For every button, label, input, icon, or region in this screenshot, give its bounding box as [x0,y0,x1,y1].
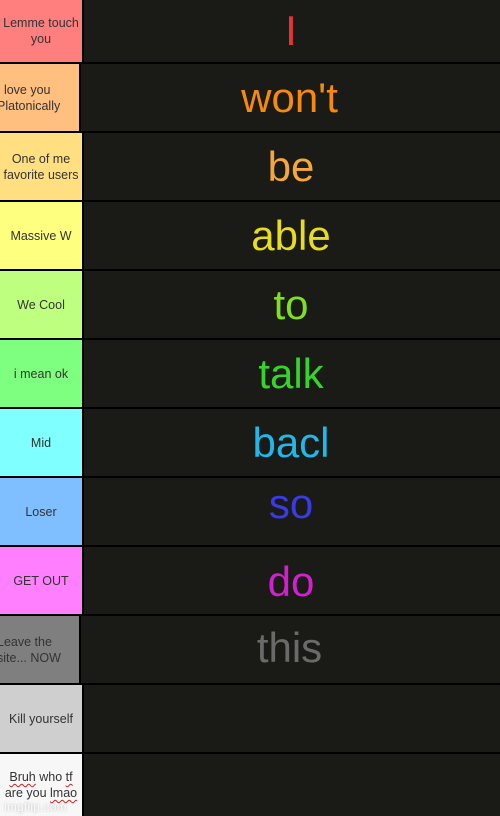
tier-label[interactable]: Lemme touch you [0,0,82,62]
tier-item-word[interactable]: I [285,7,297,55]
tier-items-area[interactable]: I [84,0,500,62]
tier-items-area[interactable]: talk [84,340,500,407]
tier-label[interactable]: We Cool [0,271,82,338]
tier-items-area[interactable] [84,754,500,816]
tier-items-area[interactable]: able [84,202,500,269]
tier-row-9: GET OUT do [0,547,500,614]
tier-label-line: We Cool [17,297,65,312]
tier-label-line: i mean ok [13,366,69,381]
tier-row-11: Kill yourself [0,685,500,752]
tier-row-3: One of me favorite users be [0,133,500,200]
tier-items-area[interactable]: won't [81,64,500,131]
tier-item-word[interactable]: this [257,624,322,672]
tier-item-word[interactable]: talk [258,350,323,398]
tier-items-area[interactable]: do [84,547,500,614]
tier-row-1: Lemme touch you I [0,0,500,62]
tier-label-line: Bruh who tf [9,770,73,784]
tier-items-area[interactable]: so [84,478,500,545]
tier-row-12: Bruh who tf are you lmao imgflip.com [0,754,500,816]
tier-item-word[interactable]: do [268,558,315,606]
tier-label-line: Mid [30,435,52,450]
tier-label-line: GET OUT [13,573,69,588]
tier-label-line: Leave the [0,634,52,649]
tier-list: Lemme touch you I I love you Platonicall… [0,0,500,816]
tier-row-10: Leave the site... NOW this [0,616,500,683]
tier-row-8: Loser so [0,478,500,545]
tier-label[interactable]: I love you Platonically [0,64,79,131]
watermark: imgflip.com [4,800,67,814]
tier-items-area[interactable]: to [84,271,500,338]
tier-items-area[interactable]: be [84,133,500,200]
tier-label-line: Platonically [0,98,61,113]
tier-label-line: Kill yourself [9,711,73,726]
tier-label[interactable]: Loser [0,478,82,545]
tier-label[interactable]: Bruh who tf are you lmao imgflip.com [0,754,82,816]
tier-label[interactable]: Kill yourself [0,685,82,752]
tier-item-word[interactable]: bacl [252,419,329,467]
tier-label-line: Loser [25,504,57,519]
tier-row-6: i mean ok talk [0,340,500,407]
tier-items-area[interactable]: this [81,616,500,683]
tier-items-area[interactable] [84,685,500,752]
tier-row-7: Mid bacl [0,409,500,476]
tier-label[interactable]: Massive W [0,202,82,269]
tier-label[interactable]: i mean ok [0,340,82,407]
tier-item-word[interactable]: so [269,480,313,528]
tier-label[interactable]: One of me favorite users [0,133,82,200]
tier-label-line: One of me [11,151,71,166]
tier-label-line: site... NOW [0,650,61,665]
tier-items-area[interactable]: bacl [84,409,500,476]
tier-item-word[interactable]: won't [241,74,338,122]
tier-item-word[interactable]: able [251,212,330,260]
tier-label-word: tf [65,770,73,784]
tier-label[interactable]: Leave the site... NOW [0,616,79,683]
tier-label-line: favorite users [3,167,79,182]
tier-item-word[interactable]: be [268,143,315,191]
tier-row-4: Massive W able [0,202,500,269]
tier-label-word: lmao [50,786,78,800]
tier-label-line: you [30,32,52,46]
tier-label-line: I love you [0,82,51,97]
tier-row-5: We Cool to [0,271,500,338]
tier-label[interactable]: Mid [0,409,82,476]
tier-label-word: Bruh [9,770,36,784]
tier-label-line: Lemme touch [3,16,79,30]
tier-label-line: Massive W [10,228,72,243]
tier-row-2: I love you Platonically won't [0,64,500,131]
tier-item-word[interactable]: to [273,281,308,329]
tier-label[interactable]: GET OUT [0,547,82,614]
